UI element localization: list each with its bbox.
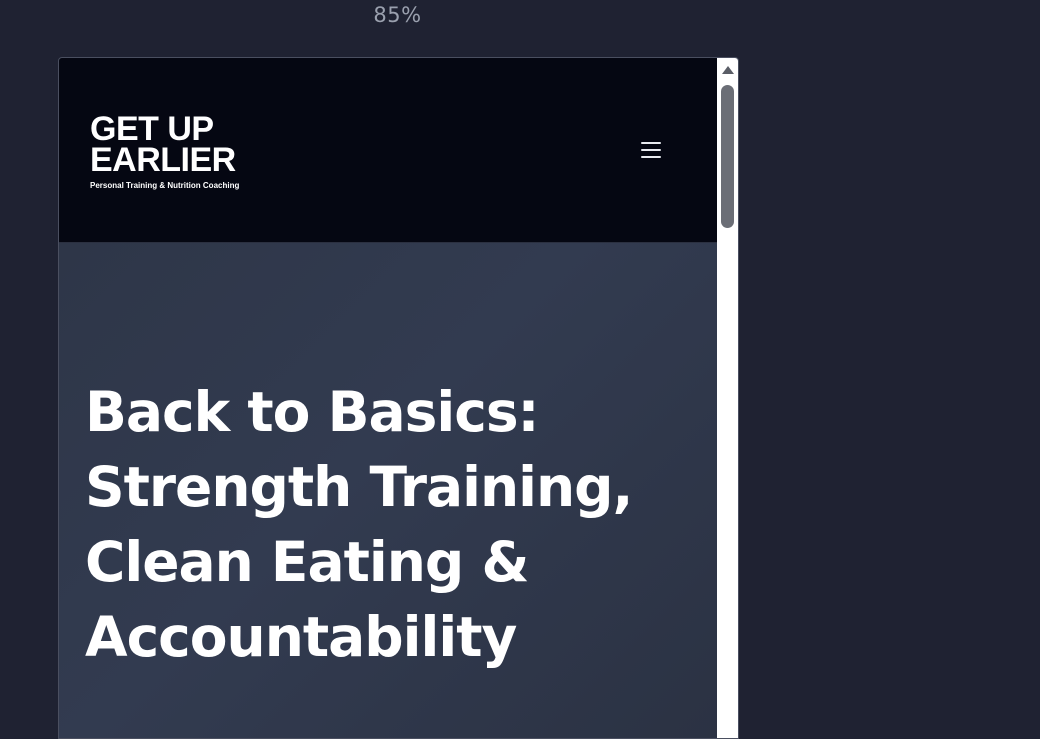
- scrollbar-thumb[interactable]: [721, 85, 734, 228]
- hero-title-line: Clean Eating &: [85, 530, 529, 594]
- menu-bar-bottom: [641, 156, 661, 158]
- hamburger-menu-icon[interactable]: [632, 136, 670, 164]
- vertical-scrollbar[interactable]: [717, 58, 738, 738]
- hero-title-line: Back to Basics:: [85, 380, 540, 444]
- site-header: GET UP EARLIER Personal Training & Nutri…: [59, 58, 717, 243]
- responsive-preview-frame: GET UP EARLIER Personal Training & Nutri…: [58, 57, 739, 739]
- menu-bar-middle: [641, 149, 661, 151]
- zoom-level-indicator: 85%: [373, 3, 422, 27]
- hero-title-line: Accountability: [85, 605, 517, 669]
- preview-viewport: GET UP EARLIER Personal Training & Nutri…: [59, 58, 717, 738]
- logo-tagline: Personal Training & Nutrition Coaching: [90, 181, 240, 190]
- hero-section: Back to Basics: Strength Training, Clean…: [59, 243, 717, 738]
- site-logo[interactable]: GET UP EARLIER Personal Training & Nutri…: [90, 112, 240, 190]
- menu-bar-top: [641, 142, 661, 144]
- logo-line-2: EARLIER: [90, 141, 236, 179]
- hero-title: Back to Basics: Strength Training, Clean…: [85, 375, 685, 675]
- scroll-up-arrow-icon[interactable]: [722, 66, 734, 74]
- hero-title-line: Strength Training,: [85, 455, 633, 519]
